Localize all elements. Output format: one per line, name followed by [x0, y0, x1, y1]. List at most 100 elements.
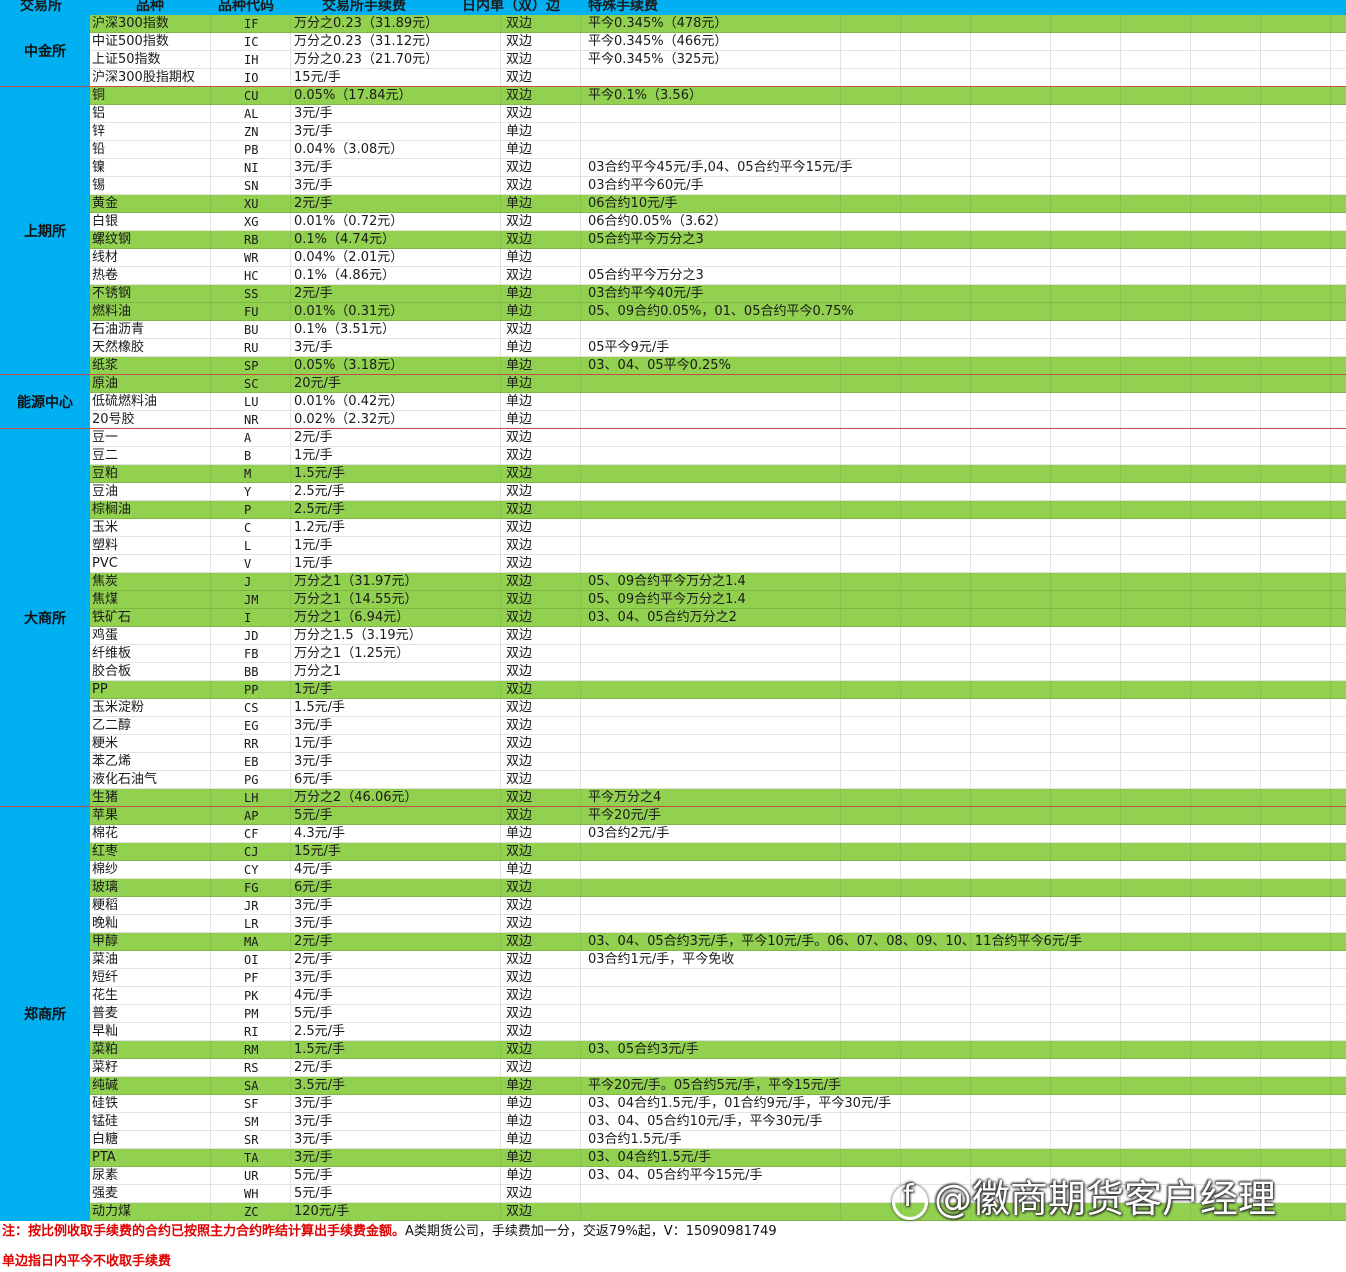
fee-cell: 4元/手 — [294, 988, 333, 1003]
table-row: 豆二 B 1元/手 双边 — [90, 447, 1346, 465]
table-row: 棕榈油 P 2.5元/手 双边 — [90, 501, 1346, 519]
code-cell: SP — [244, 359, 259, 373]
special-fee-cell: 05、09合约0.05%，01、05合约平今0.75% — [588, 304, 854, 319]
intraday-cell: 双边 — [506, 988, 533, 1003]
intraday-cell: 单边 — [506, 376, 533, 391]
code-cell: IO — [244, 71, 259, 85]
footnote-1-contact: A类期货公司，手续费加一分，交返79%起，V：15090981749 — [405, 1224, 777, 1239]
special-fee-cell: 03合约平今40元/手 — [588, 286, 704, 301]
table-row: 低硫燃料油 LU 0.01%（0.42元） 单边 — [90, 393, 1346, 411]
code-cell: Y — [244, 485, 252, 499]
intraday-cell: 双边 — [506, 1186, 533, 1201]
intraday-cell: 单边 — [506, 826, 533, 841]
table-row: 沪深300指数 IF 万分之0.23（31.89元） 双边 平今0.345%（478元） — [90, 15, 1346, 33]
intraday-cell: 单边 — [506, 1168, 533, 1183]
fee-cell: 2.5元/手 — [294, 484, 346, 499]
table-row: 豆粕 M 1.5元/手 双边 — [90, 465, 1346, 483]
special-fee-cell: 03、05合约3元/手 — [588, 1042, 699, 1057]
fee-cell: 2元/手 — [294, 1060, 333, 1075]
code-cell: RS — [244, 1061, 259, 1075]
code-cell: JR — [244, 899, 259, 913]
fee-cell: 0.04%（2.01元） — [294, 250, 404, 265]
fee-cell: 0.02%（2.32元） — [294, 412, 404, 427]
intraday-cell: 双边 — [506, 754, 533, 769]
code-cell: PK — [244, 989, 259, 1003]
special-fee-cell: 03、04、05合约3元/手，平今10元/手。06、07、08、09、10、11… — [588, 934, 1083, 949]
special-fee-cell: 05合约平今万分之3 — [588, 232, 704, 247]
intraday-cell: 双边 — [506, 88, 533, 103]
code-cell: CJ — [244, 845, 259, 859]
fee-cell: 1元/手 — [294, 736, 333, 751]
fee-cell: 3元/手 — [294, 970, 333, 985]
intraday-cell: 双边 — [506, 538, 533, 553]
variety-cell: 中证500指数 — [92, 34, 169, 49]
intraday-cell: 单边 — [506, 1096, 533, 1111]
fee-cell: 4.3元/手 — [294, 826, 346, 841]
intraday-cell: 双边 — [506, 232, 533, 247]
table-row: 不锈钢 SS 2元/手 单边 03合约平今40元/手 — [90, 285, 1346, 303]
code-cell: RM — [244, 1043, 259, 1057]
variety-cell: PP — [92, 682, 108, 697]
variety-cell: 黄金 — [92, 196, 119, 211]
variety-cell: 豆二 — [92, 448, 119, 463]
intraday-cell: 双边 — [506, 952, 533, 967]
variety-cell: 豆油 — [92, 484, 119, 499]
variety-cell: 低硫燃料油 — [92, 394, 158, 409]
table-row: 棉花 CF 4.3元/手 单边 03合约2元/手 — [90, 825, 1346, 843]
code-cell: NI — [244, 161, 259, 175]
intraday-cell: 双边 — [506, 934, 533, 949]
code-cell: TA — [244, 1151, 259, 1165]
variety-cell: 沪深300指数 — [92, 16, 169, 31]
variety-cell: 铁矿石 — [92, 610, 132, 625]
code-cell: I — [244, 611, 252, 625]
watermark-logo-icon — [892, 1179, 928, 1220]
intraday-cell: 双边 — [506, 646, 533, 661]
intraday-cell: 双边 — [506, 34, 533, 49]
code-cell: EG — [244, 719, 259, 733]
fee-cell: 3元/手 — [294, 340, 333, 355]
header-intraday: 日内单（双）边 — [462, 0, 560, 14]
table-row: 液化石油气 PG 6元/手 双边 — [90, 771, 1346, 789]
fee-cell: 1元/手 — [294, 538, 333, 553]
fee-cell: 3元/手 — [294, 1132, 333, 1147]
code-cell: IH — [244, 53, 259, 67]
intraday-cell: 双边 — [506, 808, 533, 823]
intraday-cell: 单边 — [506, 196, 533, 211]
variety-cell: 原油 — [92, 376, 119, 391]
intraday-cell: 双边 — [506, 574, 533, 589]
code-cell: XU — [244, 197, 259, 211]
fee-cell: 0.1%（3.51元） — [294, 322, 395, 337]
fee-cell: 万分之1（1.25元） — [294, 646, 410, 661]
table-row: 天然橡胶 RU 3元/手 单边 05平今9元/手 — [90, 339, 1346, 357]
table-row: PTA TA 3元/手 单边 03、04合约1.5元/手 — [90, 1149, 1346, 1167]
variety-cell: 菜油 — [92, 952, 119, 967]
fee-cell: 2元/手 — [294, 286, 333, 301]
exchange-label: 上期所 — [0, 87, 90, 375]
fee-cell: 0.1%（4.74元） — [294, 232, 395, 247]
table-row: 粳米 RR 1元/手 双边 — [90, 735, 1346, 753]
table-row: 玉米 C 1.2元/手 双边 — [90, 519, 1346, 537]
special-fee-cell: 03合约平今60元/手 — [588, 178, 704, 193]
fee-cell: 万分之2（46.06元） — [294, 790, 418, 805]
variety-cell: 锡 — [92, 178, 106, 193]
variety-cell: 硅铁 — [92, 1096, 119, 1111]
code-cell: RU — [244, 341, 259, 355]
table-row: 锰硅 SM 3元/手 单边 03、04、05合约10元/手，平今30元/手 — [90, 1113, 1346, 1131]
variety-cell: 鸡蛋 — [92, 628, 119, 643]
special-fee-cell: 06合约0.05%（3.62） — [588, 214, 727, 229]
variety-cell: 棉纱 — [92, 862, 119, 877]
footnote-1: 注：按比例收取手续费的合约已按照主力合约昨结计算出手续费金额。A类期货公司，手续… — [2, 1220, 777, 1239]
variety-cell: 乙二醇 — [92, 718, 132, 733]
special-fee-cell: 03、04、05合约10元/手，平今30元/手 — [588, 1114, 823, 1129]
intraday-cell: 单边 — [506, 1078, 533, 1093]
variety-cell: 纸浆 — [92, 358, 119, 373]
code-cell: SF — [244, 1097, 259, 1111]
variety-cell: 沪深300股指期权 — [92, 70, 195, 85]
intraday-cell: 双边 — [506, 772, 533, 787]
code-cell: FB — [244, 647, 259, 661]
variety-cell: 螺纹钢 — [92, 232, 132, 247]
fee-cell: 3元/手 — [294, 1114, 333, 1129]
code-cell: CU — [244, 89, 259, 103]
variety-cell: 焦炭 — [92, 574, 119, 589]
variety-cell: 白银 — [92, 214, 119, 229]
